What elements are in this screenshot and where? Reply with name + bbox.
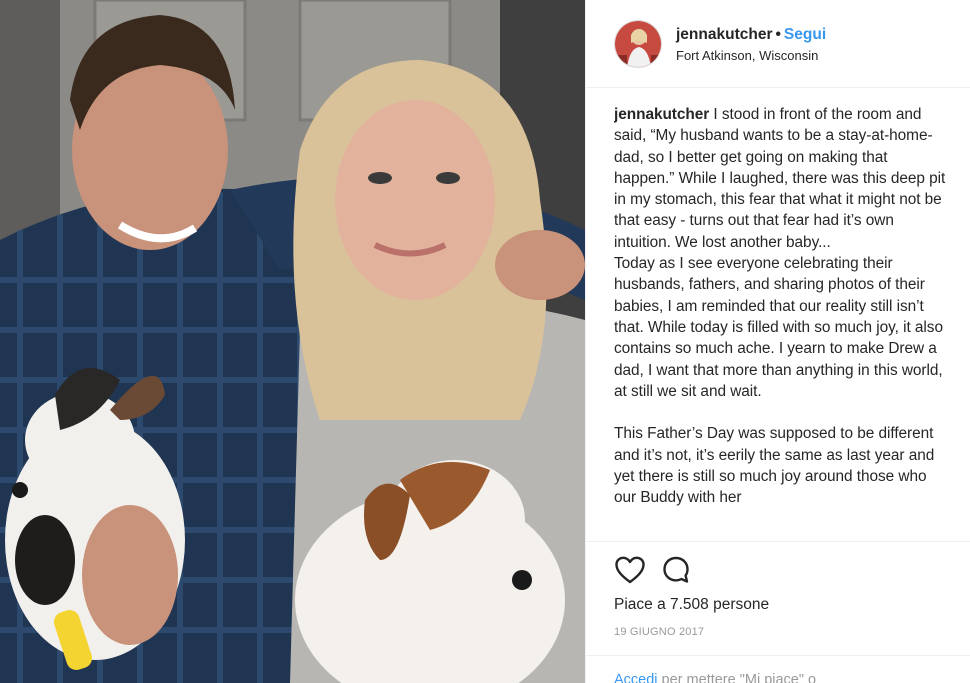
- caption: jennakutcher I stood in front of the roo…: [614, 104, 948, 509]
- avatar-image: [615, 20, 661, 67]
- like-button[interactable]: [612, 552, 648, 588]
- username-link[interactable]: jennakutcher: [676, 26, 772, 43]
- login-prompt-text: per mettere "Mi piace" o: [657, 672, 817, 683]
- divider: [586, 655, 970, 656]
- heart-icon: [615, 556, 645, 584]
- separator-dot: •: [775, 25, 781, 43]
- caption-username[interactable]: jennakutcher: [614, 106, 709, 123]
- action-bar: [612, 552, 694, 588]
- follow-button[interactable]: Segui: [784, 26, 826, 43]
- login-link[interactable]: Accedi: [614, 672, 658, 683]
- post-photo[interactable]: [0, 0, 585, 683]
- post-sidebar: jennakutcher • Segui Fort Atkinson, Wiscon…: [585, 0, 970, 683]
- post-header: jennakutcher • Segui Fort Atkinson, Wiscon…: [586, 0, 970, 88]
- location-link[interactable]: Fort Atkinson, Wisconsin: [676, 47, 826, 65]
- avatar[interactable]: [614, 19, 662, 68]
- caption-text: I stood in front of the room and said, “…: [614, 106, 946, 507]
- likes-count[interactable]: Piace a 7.508 persone: [614, 596, 769, 614]
- post-photo-illustration: [0, 0, 585, 683]
- comment-button[interactable]: [658, 552, 694, 588]
- caption-scroll-area[interactable]: jennakutcher I stood in front of the roo…: [614, 104, 948, 541]
- comment-icon: [663, 556, 689, 583]
- post-date: 19 GIUGNO 2017: [614, 626, 705, 638]
- login-prompt: Accedi per mettere "Mi piace" o: [614, 672, 816, 683]
- divider: [586, 541, 970, 542]
